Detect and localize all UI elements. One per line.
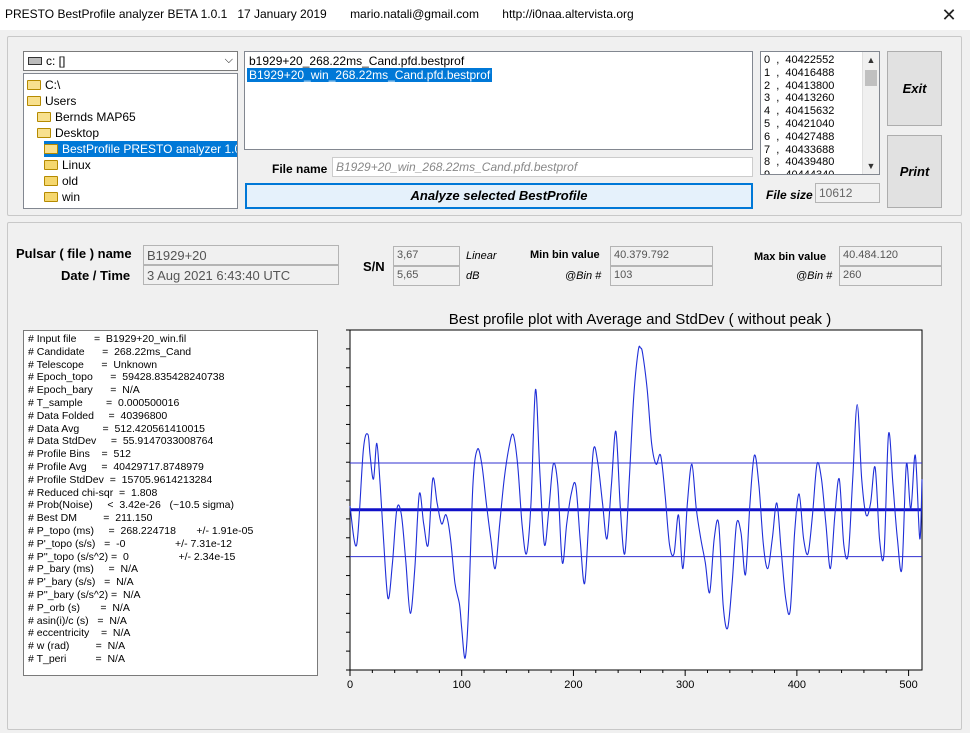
- min-bin-index-field: 103: [610, 266, 713, 286]
- value-list-item[interactable]: 4 , 40415632: [764, 105, 834, 117]
- directory-label: C:\: [45, 78, 61, 92]
- exit-button[interactable]: Exit: [887, 51, 942, 126]
- bestprof-info-text: # Input file = B1929+20_win.fil # Candid…: [23, 330, 318, 676]
- directory-item[interactable]: C:\: [27, 77, 64, 93]
- directory-item[interactable]: Desktop: [37, 125, 103, 141]
- x-tick-label: 500: [899, 679, 917, 691]
- directory-label: Bernds MAP65: [55, 110, 136, 124]
- value-list-item[interactable]: 6 , 40427488: [764, 131, 834, 143]
- directory-label: Users: [45, 94, 77, 108]
- x-tick-label: 0: [347, 679, 353, 691]
- profile-values-list[interactable]: 9 , 404443408 , 404394807 , 404336886 , …: [760, 51, 880, 175]
- directory-label: Desktop: [55, 126, 100, 140]
- folder-open-icon: [37, 128, 51, 138]
- directory-item[interactable]: win: [44, 189, 84, 205]
- drive-select[interactable]: c: [] ⌵: [23, 51, 238, 71]
- sn-linear-field: 3,67: [393, 246, 460, 266]
- folder-open-icon: [44, 144, 58, 154]
- folder-icon: [44, 160, 58, 170]
- max-bin-label: Max bin value: [754, 251, 827, 263]
- file-list[interactable]: b1929+20_268.22ms_Cand.pfd.bestprof B1929…: [244, 51, 753, 150]
- file-list-item[interactable]: b1929+20_268.22ms_Cand.pfd.bestprof: [247, 54, 466, 68]
- value-list-item[interactable]: 5 , 40421040: [764, 118, 834, 130]
- value-list-item[interactable]: 3 , 40413260: [764, 92, 834, 104]
- pulsar-name-field: B1929+20: [143, 245, 339, 265]
- title-bar: PRESTO BestProfile analyzer BETA 1.0.1 1…: [0, 0, 970, 30]
- directory-label: win: [62, 190, 81, 204]
- folder-icon: [44, 176, 58, 186]
- min-bin-index-label: @Bin #: [565, 270, 602, 282]
- folder-open-icon: [27, 80, 41, 90]
- value-list-item[interactable]: 2 , 40413800: [764, 80, 834, 92]
- window-title: PRESTO BestProfile analyzer BETA 1.0.1 1…: [5, 7, 634, 21]
- directory-item[interactable]: BestProfile PRESTO analyzer 1.0.1.e: [44, 141, 237, 157]
- max-bin-value-field: 40.484.120: [839, 246, 942, 266]
- value-list-item[interactable]: 7 , 40433688: [764, 144, 834, 156]
- min-bin-value-field: 40.379.792: [610, 246, 713, 266]
- file-name-field[interactable]: B1929+20_win_268.22ms_Cand.pfd.bestprof: [332, 157, 753, 177]
- directory-label: BestProfile PRESTO analyzer 1.0.1.e: [62, 142, 237, 156]
- file-name-label: File name: [272, 162, 328, 176]
- directory-label: old: [62, 174, 79, 188]
- x-tick-label: 400: [788, 679, 806, 691]
- scroll-down-icon[interactable]: ▼: [863, 158, 879, 174]
- directory-item[interactable]: old: [44, 173, 82, 189]
- x-tick-label: 300: [676, 679, 694, 691]
- value-list-item[interactable]: 8 , 40439480: [764, 156, 834, 168]
- value-list-item[interactable]: 9 , 40444340: [764, 169, 834, 174]
- linear-unit-label: Linear: [466, 250, 497, 262]
- x-tick-label: 100: [453, 679, 471, 691]
- directory-label: Linux: [62, 158, 91, 172]
- drive-icon: [28, 57, 42, 65]
- file-size-field: 10612: [815, 183, 880, 203]
- directory-item[interactable]: Users: [27, 93, 80, 109]
- value-list-scrollbar[interactable]: ▲ ▼: [862, 52, 879, 174]
- folder-open-icon: [27, 96, 41, 106]
- file-size-label: File size: [766, 188, 813, 202]
- scroll-up-icon[interactable]: ▲: [863, 52, 879, 68]
- value-list-item[interactable]: 0 , 40422552: [764, 54, 834, 66]
- scroll-thumb[interactable]: [865, 70, 877, 86]
- max-bin-index-label: @Bin #: [796, 270, 833, 282]
- value-list-item[interactable]: 1 , 40416488: [764, 67, 834, 79]
- directory-item[interactable]: Bernds MAP65: [37, 109, 140, 125]
- analyze-button[interactable]: Analyze selected BestProfile: [245, 183, 753, 209]
- folder-open-icon: [37, 112, 51, 122]
- drive-value: c: []: [46, 54, 66, 68]
- print-button[interactable]: Print: [887, 135, 942, 208]
- directory-item[interactable]: Linux: [44, 157, 95, 173]
- x-tick-label: 200: [564, 679, 582, 691]
- file-list-item[interactable]: B1929+20_win_268.22ms_Cand.pfd.bestprof: [247, 68, 493, 82]
- profile-chart: 0 100 200 300 400 500: [346, 329, 923, 691]
- folder-icon: [44, 192, 58, 202]
- sn-label: S/N: [363, 259, 385, 274]
- pulsar-name-label: Pulsar ( file ) name: [16, 246, 132, 261]
- max-bin-index-field: 260: [839, 266, 942, 286]
- directory-list[interactable]: C:\ Users Bernds MAP65 Desktop BestProfile P…: [23, 73, 238, 209]
- chevron-down-icon: ⌵: [224, 54, 233, 66]
- db-unit-label: dB: [466, 270, 480, 282]
- date-time-field: 3 Aug 2021 6:43:40 UTC: [143, 265, 339, 285]
- min-bin-label: Min bin value: [530, 249, 600, 261]
- sn-db-field: 5,65: [393, 266, 460, 286]
- close-icon[interactable]: ✕: [934, 2, 964, 28]
- date-time-label: Date / Time: [61, 268, 131, 283]
